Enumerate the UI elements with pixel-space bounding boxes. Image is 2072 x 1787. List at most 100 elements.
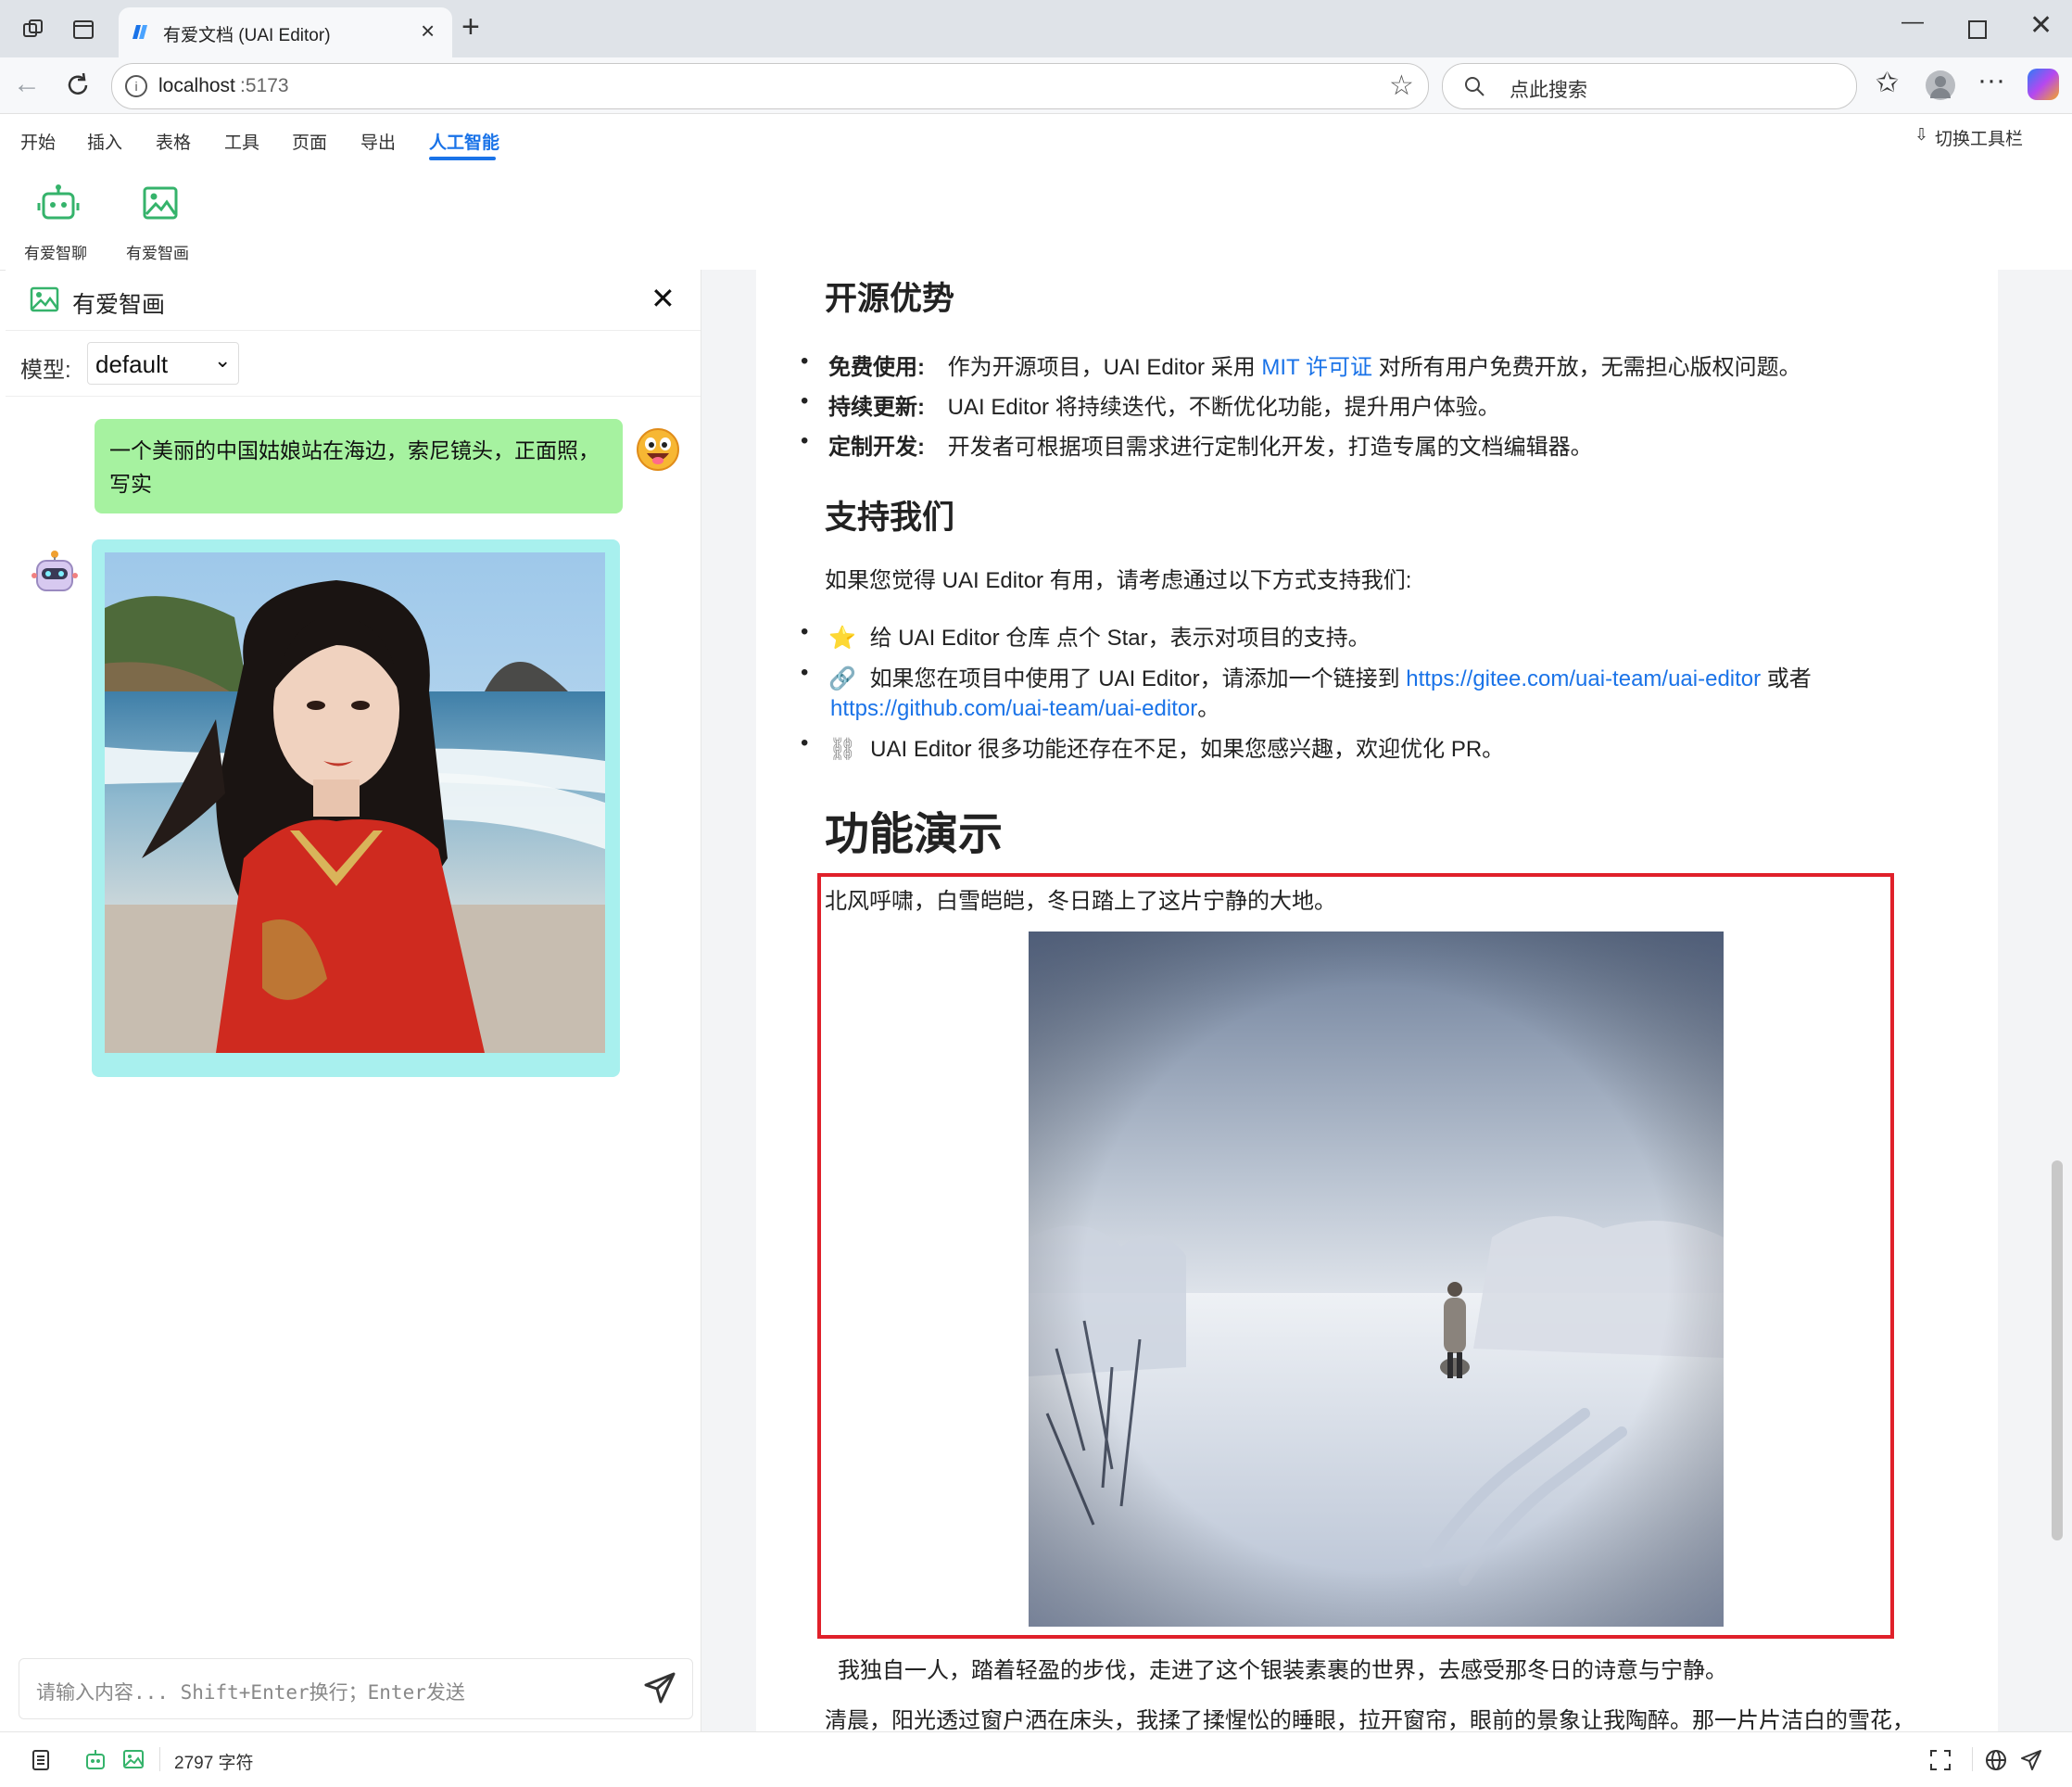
heading-demo: 功能演示 — [825, 810, 1004, 859]
menu-insert[interactable]: 插入 — [87, 129, 122, 154]
favorite-star-icon[interactable]: ☆ — [1389, 70, 1414, 102]
demo-paragraph-1: 北风呼啸，白雪皑皑，冬日踏上了这片宁静的大地。 — [825, 889, 1336, 914]
status-divider — [159, 1747, 160, 1771]
model-label: 模型: — [20, 358, 71, 383]
ai-message-bubble — [92, 539, 620, 1077]
winter-snow-image[interactable] — [1029, 932, 1724, 1627]
image-icon — [143, 186, 178, 220]
list-item-text-end: 。 — [1197, 696, 1220, 721]
chevron-down-icon: ⌄ — [214, 349, 232, 372]
heading-support: 支持我们 — [825, 500, 955, 536]
user-avatar — [636, 427, 680, 472]
browser-tab-bar: 有爱文档 (UAI Editor) × + — ✕ — [0, 0, 2072, 57]
list-item: 免费使用: 作为开源项目，UAI Editor 采用 MIT 许可证 对所有用户… — [801, 349, 1801, 381]
ribbon-toolbar: 有爱智聊 有爱智画 — [0, 166, 2072, 271]
list-item-bold: 定制开发: — [828, 435, 925, 460]
prompt-input[interactable]: 请输入内容... Shift+Enter换行；Enter发送 — [19, 1658, 693, 1719]
ai-bot-avatar — [32, 550, 78, 596]
list-item-continuation: https://github.com/uai-team/uai-editor。 — [830, 690, 1219, 722]
site-info-icon[interactable]: i — [125, 75, 147, 97]
generated-girl-image[interactable] — [105, 552, 605, 1053]
status-divider — [1972, 1747, 1973, 1771]
model-value: default — [95, 350, 169, 378]
ai-draw-button[interactable]: 有爱智画 — [122, 184, 196, 264]
list-item: 🔗 如果您在项目中使用了 UAI Editor，请添加一个链接到 https:/… — [801, 660, 1812, 692]
document-outline-icon[interactable] — [32, 1749, 50, 1771]
panel-header: 有爱智画 ✕ — [6, 270, 701, 331]
list-item-text: 作为开源项目，UAI Editor 采用 — [947, 355, 1262, 380]
user-message-text: 一个美丽的中国姑娘站在海边，索尼镜头，正面照，写实 — [109, 438, 600, 496]
send-icon[interactable] — [644, 1672, 676, 1704]
heading-open-source: 开源优势 — [825, 281, 955, 317]
url-host: localhost — [158, 75, 235, 96]
list-item-text: 如果您在项目中使用了 UAI Editor，请添加一个链接到 — [869, 666, 1407, 691]
menu-page[interactable]: 页面 — [292, 129, 327, 154]
reload-icon[interactable] — [63, 70, 93, 100]
favorites-icon[interactable]: ✩ — [1876, 67, 1899, 99]
new-tab-icon[interactable]: + — [461, 9, 480, 45]
minimize-icon[interactable]: — — [1901, 9, 1924, 35]
close-panel-icon[interactable]: ✕ — [651, 281, 676, 316]
list-item-text: UAI Editor 将持续迭代，不断优化功能，提升用户体验。 — [947, 395, 1500, 420]
list-item-text-mid: 或者 — [1761, 666, 1812, 691]
tab-title: 有爱文档 (UAI Editor) — [163, 26, 331, 45]
list-item: 持续更新: UAI Editor 将持续迭代，不断优化功能，提升用户体验。 — [801, 388, 1500, 421]
prompt-placeholder: 请输入内容... Shift+Enter换行；Enter发送 — [36, 1681, 465, 1704]
more-menu-icon[interactable]: ··· — [1977, 65, 2005, 96]
workspaces-icon[interactable] — [17, 13, 50, 46]
favicon-icon — [128, 20, 152, 44]
back-icon[interactable]: ← — [13, 69, 41, 100]
chain-icon: ⛓ — [828, 737, 857, 762]
url-port: :5173 — [240, 75, 289, 96]
mit-license-link[interactable]: MIT 许可证 — [1261, 355, 1372, 380]
toggle-toolbar-icon[interactable]: ⇩ — [1914, 125, 1928, 145]
close-tab-icon[interactable]: × — [421, 17, 435, 45]
github-link[interactable]: https://github.com/uai-team/uai-editor — [830, 696, 1197, 721]
list-item-text-end: 对所有用户免费开放，无需担心版权问题。 — [1371, 355, 1801, 380]
browser-tab[interactable]: 有爱文档 (UAI Editor) × — [119, 7, 452, 57]
app-menu-bar: 开始 插入 表格 工具 页面 导出 人工智能 ⇩ 切换工具栏 — [0, 114, 2072, 166]
status-bar: 2797 字符 — [0, 1731, 2072, 1787]
list-item: 定制开发: 开发者可根据项目需求进行定制化开发，打造专属的文档编辑器。 — [801, 428, 1593, 461]
ai-chat-button[interactable]: 有爱智聊 — [20, 184, 95, 264]
globe-icon[interactable] — [1985, 1749, 2007, 1771]
list-item-text: 给 UAI Editor 仓库 点个 Star，表示对项目的支持。 — [869, 626, 1371, 651]
list-item: ⭐ 给 UAI Editor 仓库 点个 Star，表示对项目的支持。 — [801, 619, 1371, 652]
tab-actions-icon[interactable] — [67, 13, 100, 46]
panel-title: 有爱智画 — [72, 292, 166, 318]
url-bar[interactable]: i localhost :5173 ☆ — [111, 63, 1429, 109]
ai-draw-status-icon[interactable] — [122, 1749, 145, 1769]
copilot-icon[interactable] — [2028, 69, 2059, 100]
list-item: ⛓ UAI Editor 很多功能还存在不足，如果您感兴趣，欢迎优化 PR。 — [801, 730, 1504, 763]
menu-table[interactable]: 表格 — [156, 129, 191, 154]
search-icon — [1463, 75, 1485, 97]
list-item-text: 开发者可根据项目需求进行定制化开发，打造专属的文档编辑器。 — [947, 435, 1593, 460]
menu-export[interactable]: 导出 — [360, 129, 396, 154]
close-window-icon[interactable]: ✕ — [2029, 9, 2053, 42]
search-bar[interactable]: 点此搜索 — [1442, 63, 1857, 109]
gitee-link[interactable]: https://gitee.com/uai-team/uai-editor — [1406, 666, 1761, 691]
ai-chat-status-icon[interactable] — [83, 1749, 107, 1771]
model-select[interactable]: default ⌄ — [87, 342, 239, 385]
menu-tools[interactable]: 工具 — [224, 129, 259, 154]
list-item-bold: 持续更新: — [828, 395, 925, 420]
toggle-toolbar-button[interactable]: 切换工具栏 — [1935, 125, 2023, 150]
active-tab-indicator — [429, 157, 496, 160]
menu-start[interactable]: 开始 — [20, 129, 56, 154]
maximize-icon[interactable] — [1968, 20, 1987, 39]
demo-paragraph-3: 清晨，阳光透过窗户洒在床头，我揉了揉惺忪的睡眼，拉开窗帘，眼前的景象让我陶醉。那… — [825, 1708, 1914, 1733]
model-row: 模型: default ⌄ — [6, 331, 701, 397]
search-placeholder: 点此搜索 — [1510, 80, 1587, 101]
panel-image-icon — [30, 286, 59, 312]
profile-avatar[interactable] — [1926, 70, 1955, 100]
support-intro: 如果您觉得 UAI Editor 有用，请考虑通过以下方式支持我们: — [825, 568, 1412, 593]
link-icon: 🔗 — [828, 666, 856, 691]
star-icon: ⭐ — [828, 626, 856, 651]
fullscreen-icon[interactable] — [1929, 1749, 1952, 1771]
char-count: 2797 字符 — [174, 1754, 254, 1773]
ai-draw-label: 有爱智画 — [126, 245, 189, 262]
robot-icon — [37, 184, 80, 222]
menu-ai[interactable]: 人工智能 — [429, 129, 499, 154]
share-send-icon[interactable] — [2020, 1749, 2042, 1771]
scrollbar-thumb[interactable] — [2052, 1160, 2063, 1540]
